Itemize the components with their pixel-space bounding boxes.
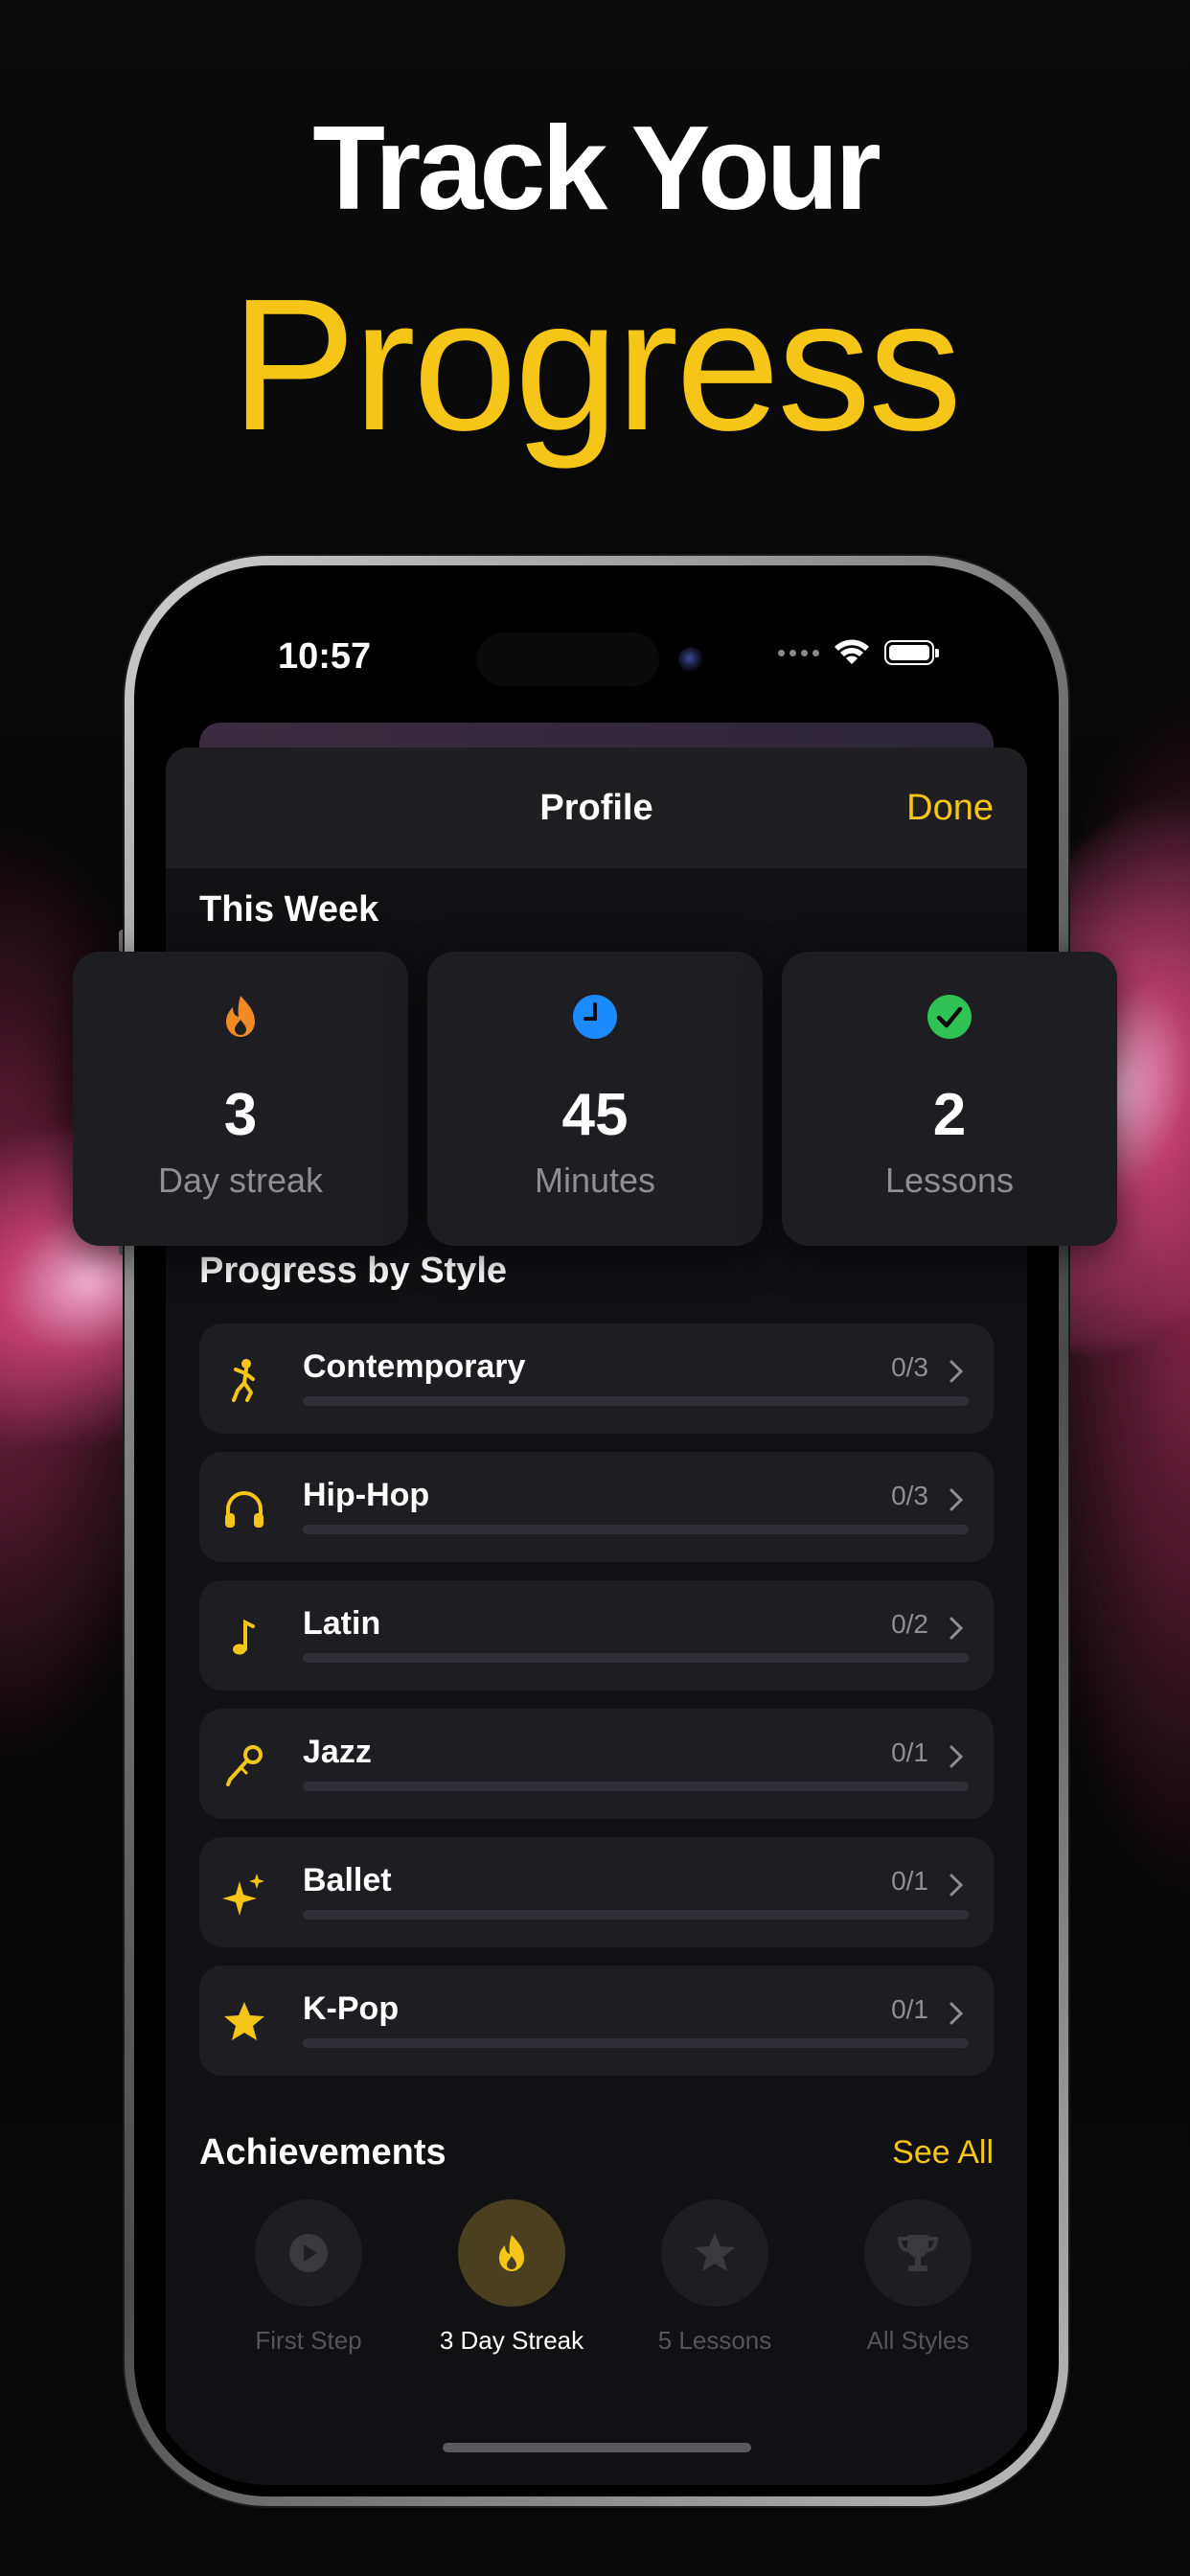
style-name: Ballet — [303, 1862, 392, 1898]
achievement-badge — [255, 2199, 362, 2307]
achievement-label: First Step — [255, 2326, 362, 2355]
achievement-label: All Styles — [866, 2326, 970, 2355]
stat-value: 2 — [932, 1082, 967, 1148]
achievement-label: 3 Day Streak — [439, 2326, 584, 2355]
stat-card-lessons: 2 Lessons — [782, 952, 1117, 1246]
checkmark-circle-icon — [927, 995, 972, 1039]
style-count: 0/1 — [891, 1737, 928, 1767]
achievement-badge — [661, 2199, 768, 2307]
chevron-right-icon — [950, 1745, 964, 1768]
achievement-3-day-streak[interactable]: 3 Day Streak — [410, 2199, 613, 2356]
battery-icon — [884, 640, 939, 665]
headphones-icon — [225, 1491, 263, 1528]
progress-bar — [303, 1653, 969, 1663]
style-name: Contemporary — [303, 1348, 526, 1385]
flame-icon — [226, 996, 255, 1037]
progress-by-style-title: Progress by Style — [199, 1251, 508, 1291]
style-row-k-pop[interactable]: K-Pop 0/1 — [199, 1966, 994, 2076]
style-count: 0/3 — [891, 1481, 928, 1510]
status-icons — [778, 638, 939, 667]
style-row-contemporary[interactable]: Contemporary 0/3 — [199, 1323, 994, 1434]
achievement-5-lessons[interactable]: 5 Lessons — [613, 2199, 816, 2356]
style-row-ballet[interactable]: Ballet 0/1 — [199, 1837, 994, 1947]
achievement-badge — [864, 2199, 972, 2307]
star-icon — [224, 2002, 264, 2040]
this-week-title: This Week — [199, 889, 379, 930]
chevron-right-icon — [950, 2002, 964, 2025]
progress-bar — [303, 1525, 969, 1534]
microphone-icon — [226, 1745, 263, 1786]
stat-label: Lessons — [884, 1161, 1015, 1200]
stat-card-day-streak: 3 Day streak — [73, 952, 408, 1246]
dancer-icon — [232, 1359, 255, 1402]
style-name: Jazz — [303, 1734, 372, 1770]
clock-icon — [573, 995, 617, 1039]
progress-bar — [303, 1782, 969, 1791]
phone-screen: 10:57 Profile Done This Week Progress by… — [146, 577, 1047, 2485]
signal-dots-icon — [778, 649, 819, 656]
achievements-list: First Step 3 Day Streak 5 Lessons All St… — [166, 2199, 1027, 2372]
progress-bar — [303, 2038, 969, 2048]
play-icon — [289, 2234, 328, 2272]
achievement-all-styles[interactable]: All Styles — [816, 2199, 1019, 2356]
progress-bar — [303, 1396, 969, 1406]
style-row-jazz[interactable]: Jazz 0/1 — [199, 1709, 994, 1819]
achievement-label: 5 Lessons — [657, 2326, 772, 2355]
style-count: 0/2 — [891, 1609, 928, 1639]
progress-bar — [303, 1910, 969, 1920]
stat-label: Minutes — [534, 1161, 656, 1200]
style-count: 0/1 — [891, 1866, 928, 1896]
stat-label: Day streak — [157, 1161, 324, 1200]
achievement-first-step[interactable]: First Step — [207, 2199, 410, 2356]
chevron-right-icon — [950, 1617, 964, 1640]
music-note-icon — [233, 1619, 255, 1655]
camera-indicator-icon — [678, 647, 703, 672]
chevron-right-icon — [950, 1874, 964, 1897]
star-icon — [695, 2233, 735, 2271]
chevron-right-icon — [950, 1360, 964, 1383]
achievement-badge — [458, 2199, 565, 2307]
flame-icon — [499, 2235, 524, 2271]
chevron-right-icon — [950, 1488, 964, 1511]
trophy-icon — [897, 2235, 939, 2271]
stat-card-minutes: 45 Minutes — [427, 952, 763, 1246]
headline-line-2: Progress — [230, 260, 962, 470]
nav-bar: Profile Done — [166, 748, 1027, 868]
done-button[interactable]: Done — [906, 788, 994, 829]
style-name: K-Pop — [303, 1990, 400, 2027]
style-row-hip-hop[interactable]: Hip-Hop 0/3 — [199, 1452, 994, 1562]
dynamic-island — [477, 632, 659, 686]
nav-title: Profile — [539, 788, 653, 828]
stat-value: 3 — [223, 1082, 258, 1148]
style-count: 0/3 — [891, 1352, 928, 1382]
style-name: Latin — [303, 1605, 381, 1642]
sparkles-icon — [222, 1874, 264, 1916]
headline-line-1: Track Your — [312, 103, 881, 235]
style-name: Hip-Hop — [303, 1477, 430, 1513]
style-row-latin[interactable]: Latin 0/2 — [199, 1580, 994, 1690]
stat-value: 45 — [561, 1082, 629, 1148]
achievements-title: Achievements — [199, 2132, 446, 2173]
style-count: 0/1 — [891, 1994, 928, 2024]
status-time: 10:57 — [278, 636, 372, 677]
wifi-icon — [835, 639, 869, 664]
home-indicator[interactable] — [443, 2443, 751, 2452]
see-all-button[interactable]: See All — [892, 2134, 994, 2172]
